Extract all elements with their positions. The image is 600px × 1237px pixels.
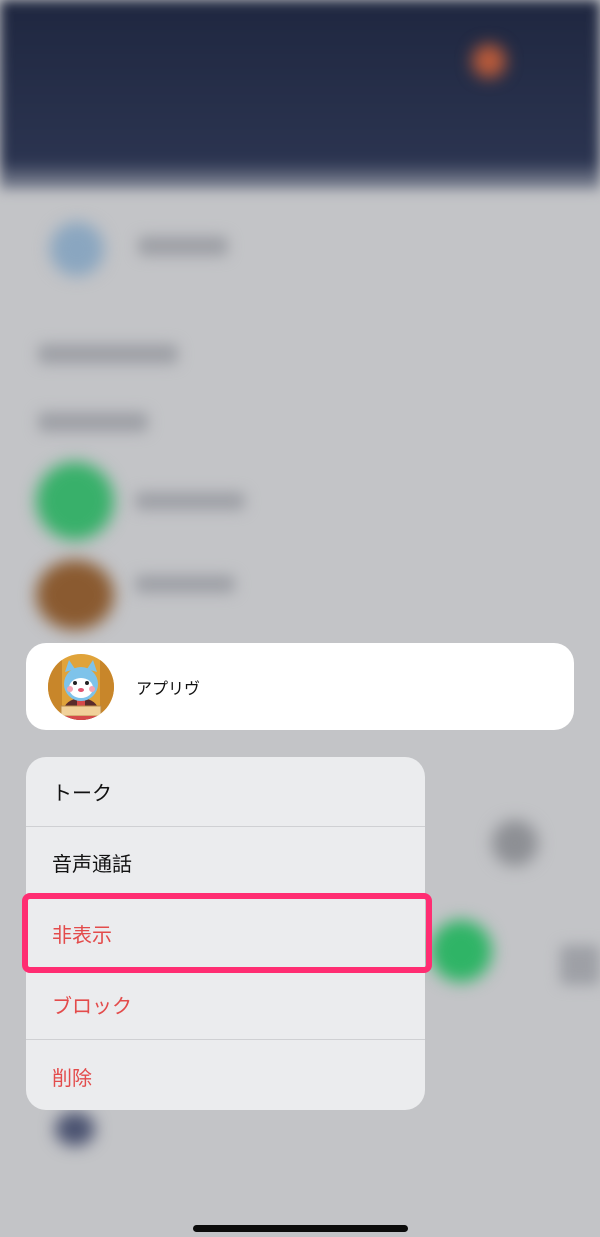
- menu-item-label: 削除: [52, 1065, 92, 1090]
- menu-item-block[interactable]: ブロック: [26, 970, 425, 1040]
- blurred-header: [0, 0, 600, 190]
- blurred-tab-icon: [55, 1112, 95, 1146]
- menu-item-voice-call[interactable]: 音声通話: [26, 828, 425, 898]
- blurred-avatar: [36, 560, 114, 630]
- blurred-icon: [492, 820, 538, 866]
- menu-item-hide[interactable]: 非表示: [26, 899, 425, 969]
- home-indicator[interactable]: [193, 1225, 408, 1232]
- menu-item-delete[interactable]: 削除: [26, 1041, 425, 1110]
- menu-item-label: ブロック: [52, 994, 132, 1018]
- blurred-text: [560, 945, 600, 985]
- mascot-avatar-icon: [48, 653, 114, 720]
- profile-preview-card[interactable]: アプリヴ: [26, 643, 574, 730]
- menu-item-label: トーク: [52, 781, 112, 805]
- blurred-text: [135, 575, 235, 593]
- context-action-menu: トーク 音声通話 非表示 ブロック 削除: [26, 757, 425, 1110]
- blurred-text: [135, 492, 245, 510]
- blurred-badge: [472, 44, 506, 78]
- profile-name: アプリヴ: [136, 678, 201, 698]
- menu-item-talk[interactable]: トーク: [26, 757, 425, 827]
- blurred-text: [38, 412, 148, 432]
- menu-item-label: 非表示: [52, 923, 112, 947]
- menu-item-label: 音声通話: [52, 852, 132, 876]
- blurred-text: [38, 344, 178, 364]
- blurred-avatar: [430, 920, 492, 982]
- blurred-text: [138, 236, 228, 256]
- blurred-avatar: [50, 222, 104, 276]
- blurred-avatar: [36, 462, 114, 540]
- profile-avatar: [48, 653, 114, 720]
